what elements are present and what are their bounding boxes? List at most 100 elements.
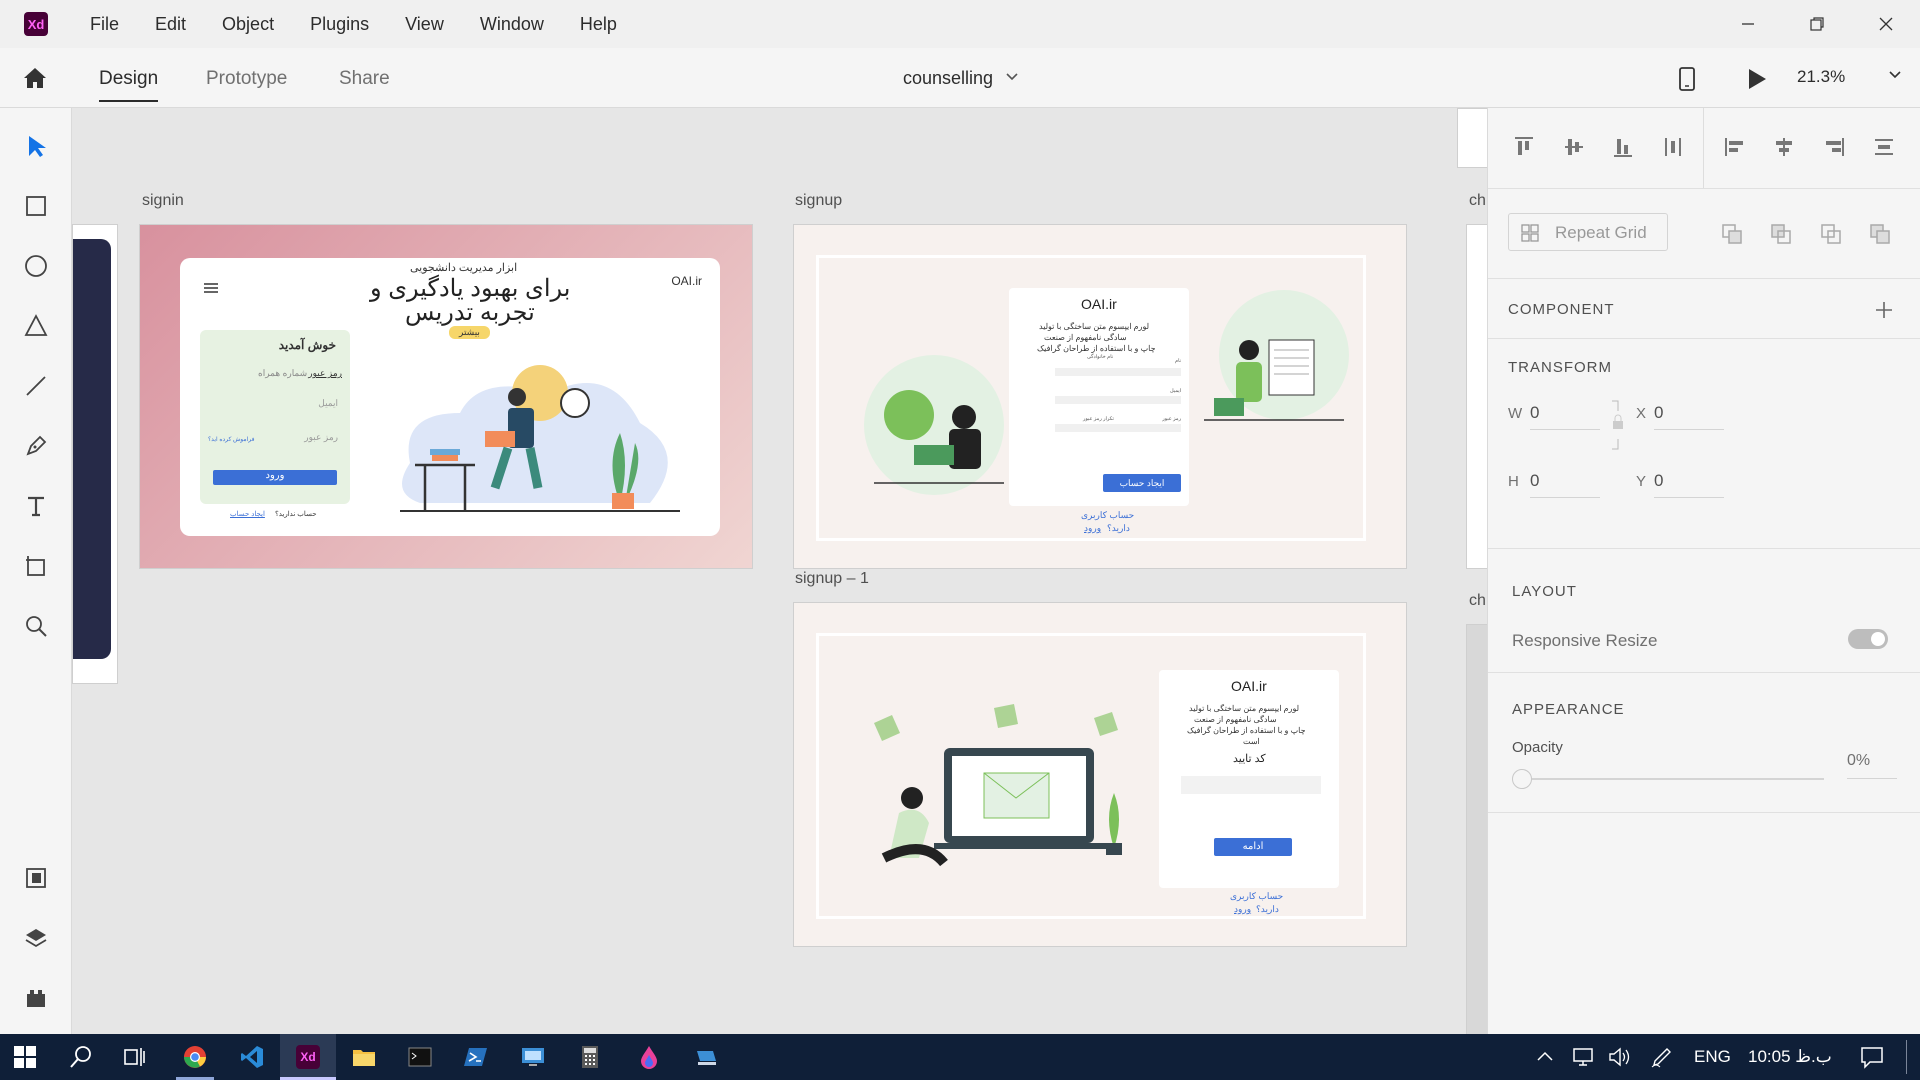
paint-app[interactable]	[637, 1045, 661, 1069]
opacity-input[interactable]: 0%	[1847, 752, 1897, 779]
artboard-label-signup-1[interactable]: signup – 1	[795, 570, 869, 588]
x-input[interactable]: 0	[1654, 403, 1724, 430]
search-button[interactable]	[69, 1045, 93, 1069]
zoom-tool[interactable]	[22, 612, 50, 640]
menu-view[interactable]: View	[405, 14, 444, 35]
vscode-app[interactable]	[240, 1045, 264, 1069]
partial-artboard-top-right[interactable]	[1457, 108, 1487, 168]
assets-button[interactable]	[22, 864, 50, 892]
menu-bar: File Edit Object Plugins View Window Hel…	[90, 14, 653, 35]
width-input[interactable]: 0	[1530, 403, 1600, 430]
artboard-label-partial-2[interactable]: ch	[1469, 592, 1486, 610]
menu-object[interactable]: Object	[222, 14, 274, 35]
droplet-icon	[641, 1046, 657, 1069]
y-input[interactable]: 0	[1654, 471, 1724, 498]
minimize-button[interactable]	[1713, 0, 1782, 48]
powershell-app[interactable]	[464, 1045, 488, 1069]
opacity-slider-thumb[interactable]	[1512, 769, 1532, 789]
artboard-tool[interactable]	[22, 552, 50, 580]
close-button[interactable]	[1851, 0, 1920, 48]
volume-icon[interactable]	[1608, 1046, 1630, 1068]
artboard-signin[interactable]: OAI.ir ابزار مدیریت دانشجویی برای بهبود …	[139, 224, 753, 569]
chevron-down-icon[interactable]	[1888, 70, 1902, 80]
polygon-tool[interactable]	[22, 312, 50, 340]
responsive-resize-toggle[interactable]	[1848, 629, 1888, 649]
partial-artboard-right-1[interactable]	[1466, 224, 1487, 569]
repeat-grid-button[interactable]: Repeat Grid	[1508, 213, 1668, 251]
text-tool[interactable]	[22, 492, 50, 520]
file-explorer-app[interactable]	[352, 1045, 376, 1069]
terminal-app[interactable]	[408, 1045, 432, 1069]
chevron-down-icon[interactable]	[1005, 72, 1019, 82]
boolean-subtract-icon[interactable]	[1770, 223, 1792, 245]
artboard-label-signup[interactable]: signup	[795, 192, 842, 210]
boolean-intersect-icon[interactable]	[1820, 223, 1842, 245]
opacity-slider-track[interactable]	[1532, 778, 1824, 780]
task-view-button[interactable]	[122, 1045, 146, 1069]
align-left-icon[interactable]	[1724, 136, 1746, 158]
system-clock[interactable]: 10:05 ب.ظ	[1748, 1047, 1832, 1067]
menu-file[interactable]: File	[90, 14, 119, 35]
tab-prototype[interactable]: Prototype	[206, 68, 287, 90]
chevron-up-icon[interactable]	[1536, 1048, 1554, 1066]
menu-help[interactable]: Help	[580, 14, 617, 35]
tab-share[interactable]: Share	[339, 68, 390, 90]
restore-button[interactable]	[1782, 0, 1851, 48]
windows-logo-icon	[14, 1046, 36, 1068]
boolean-add-icon[interactable]	[1721, 223, 1743, 245]
tab-design[interactable]: Design	[99, 68, 159, 102]
forgot-link: فراموش کرده اید؟	[208, 437, 255, 443]
menu-window[interactable]: Window	[480, 14, 544, 35]
document-title[interactable]: counselling	[903, 68, 993, 89]
distribute-horizontal-icon[interactable]	[1873, 136, 1895, 158]
home-button[interactable]	[22, 66, 48, 95]
artboard-label-partial-1[interactable]: ch	[1469, 192, 1486, 210]
remote-desktop-app[interactable]	[521, 1045, 545, 1069]
select-tool[interactable]	[22, 132, 50, 160]
pen-tool[interactable]	[22, 432, 50, 460]
x-label: X	[1636, 405, 1647, 422]
distribute-vertical-icon[interactable]	[1662, 136, 1684, 158]
artboard-signup-1[interactable]: OAI.ir لورم ایپسوم متن ساختگی با تولید س…	[793, 602, 1407, 947]
calculator-app[interactable]	[578, 1045, 602, 1069]
partial-artboard-right-2[interactable]	[1466, 624, 1487, 1034]
play-icon[interactable]	[1747, 68, 1767, 90]
mobile-preview-icon[interactable]	[1678, 66, 1696, 92]
chrome-app[interactable]	[183, 1045, 207, 1069]
height-input[interactable]: 0	[1530, 471, 1600, 498]
align-top-icon[interactable]	[1513, 136, 1535, 158]
xd-app-icon[interactable]: Xd	[296, 1045, 320, 1069]
align-center-icon[interactable]	[1773, 136, 1795, 158]
notification-center-icon[interactable]	[1860, 1045, 1884, 1069]
line-icon	[26, 376, 46, 396]
mode-tab-bar: Design Prototype Share counselling 21.3%	[0, 48, 1920, 108]
menu-edit[interactable]: Edit	[155, 14, 186, 35]
menu-plugins[interactable]: Plugins	[310, 14, 369, 35]
boolean-exclude-icon[interactable]	[1869, 223, 1891, 245]
pen-workspace-icon[interactable]	[1651, 1046, 1673, 1068]
plugins-button[interactable]	[22, 984, 50, 1012]
pen-icon	[26, 435, 47, 456]
continue-button: ادامه	[1214, 838, 1292, 856]
align-bottom-icon[interactable]	[1612, 136, 1634, 158]
input-language[interactable]: ENG	[1694, 1047, 1731, 1067]
rectangle-tool[interactable]	[22, 192, 50, 220]
layers-button[interactable]	[22, 924, 50, 952]
y-label: Y	[1636, 473, 1647, 490]
align-middle-icon[interactable]	[1563, 136, 1585, 158]
show-desktop-button[interactable]	[1906, 1040, 1907, 1074]
artboard-signup[interactable]: OAI.ir لورم ایپسوم متن ساختگی با تولید س…	[793, 224, 1407, 569]
network-icon[interactable]	[1572, 1046, 1596, 1068]
zoom-level[interactable]: 21.3%	[1797, 67, 1845, 87]
line-tool[interactable]	[22, 372, 50, 400]
partial-artboard-left[interactable]	[72, 224, 118, 684]
align-right-icon[interactable]	[1823, 136, 1845, 158]
start-button[interactable]	[13, 1045, 37, 1069]
network-app[interactable]	[694, 1045, 718, 1069]
ellipse-tool[interactable]	[22, 252, 50, 280]
lock-aspect-icon[interactable]	[1610, 397, 1626, 457]
design-canvas[interactable]: signin OAI.ir ابزار مدیریت دانشجویی برای…	[72, 108, 1487, 1034]
home-icon	[24, 68, 46, 88]
add-component-icon[interactable]	[1875, 301, 1893, 319]
artboard-label-signin[interactable]: signin	[142, 192, 184, 210]
